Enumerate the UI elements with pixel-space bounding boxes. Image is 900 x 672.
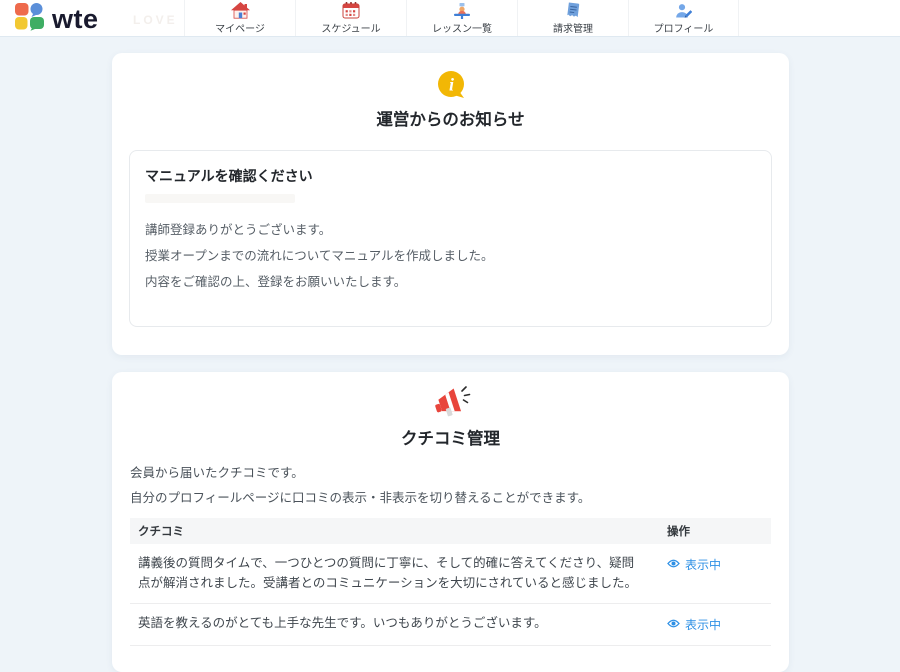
visibility-toggle-button[interactable]: 表示中 bbox=[667, 555, 763, 593]
logo-text: wte bbox=[52, 6, 99, 33]
info-icon: i bbox=[112, 53, 789, 100]
nav-tab-label: 請求管理 bbox=[553, 20, 593, 35]
nav-tab-profile[interactable]: プロフィール bbox=[628, 0, 739, 36]
review-card: クチコミ管理 会員から届いたクチコミです。 自分のプロフィールページに口コミの表… bbox=[112, 372, 789, 672]
profile-icon bbox=[675, 2, 692, 19]
nav-tab-label: レッスン一覧 bbox=[432, 20, 492, 35]
nav-tab-schedule[interactable]: スケジュール bbox=[295, 0, 406, 36]
review-text: 講義後の質問タイムで、一つひとつの質問に丁寧に、そして的確に答えてくださり、疑問… bbox=[138, 553, 667, 593]
review-table-header: クチコミ 操作 bbox=[130, 518, 771, 544]
app-logo[interactable]: wte bbox=[14, 3, 99, 35]
notice-date-faint bbox=[145, 194, 295, 203]
visibility-status-label: 表示中 bbox=[685, 555, 721, 575]
nav-tab-mypage[interactable]: マイページ bbox=[184, 0, 295, 36]
notice-body-line: 授業オープンまでの流れについてマニュアルを作成しました。 bbox=[145, 245, 756, 264]
visibility-toggle-button[interactable]: 表示中 bbox=[667, 615, 763, 635]
notice-body-line: 講師登録ありがとうございます。 bbox=[145, 219, 756, 238]
wte-logo-icon bbox=[14, 2, 45, 36]
review-table: クチコミ 操作 講義後の質問タイムで、一つひとつの質問に丁寧に、そして的確に答え… bbox=[130, 518, 771, 646]
review-desc-line: 会員から届いたクチコミです。 bbox=[130, 462, 771, 481]
svg-text:i: i bbox=[448, 75, 453, 95]
column-header-action: 操作 bbox=[667, 523, 763, 539]
notice-box-title: マニュアルを確認ください bbox=[145, 166, 756, 186]
notice-card-title: 運営からのお知らせ bbox=[112, 106, 789, 130]
nav-tab-label: スケジュール bbox=[321, 20, 380, 35]
column-header-review: クチコミ bbox=[138, 523, 667, 539]
review-card-title: クチコミ管理 bbox=[112, 425, 789, 449]
table-row: 英語を教えるのがとても上手な先生です。いつもありがとうございます。 表示中 bbox=[130, 604, 771, 646]
nav-tab-label: プロフィール bbox=[654, 20, 714, 35]
eye-icon bbox=[667, 558, 680, 569]
nav-tab-label: マイページ bbox=[215, 20, 265, 35]
notice-card: i 運営からのお知らせ マニュアルを確認ください 講師登録ありがとうございます。… bbox=[112, 53, 789, 355]
megaphone-icon bbox=[112, 372, 789, 419]
notice-body-line: 内容をご確認の上、登録をお願いいたします。 bbox=[145, 271, 756, 290]
header-watermark: LOVE bbox=[133, 13, 178, 27]
notice-box-body: 講師登録ありがとうございます。 授業オープンまでの流れについてマニュアルを作成し… bbox=[145, 219, 756, 290]
review-description: 会員から届いたクチコミです。 自分のプロフィールページに口コミの表示・非表示を切… bbox=[130, 462, 771, 506]
page-content: i 運営からのお知らせ マニュアルを確認ください 講師登録ありがとうございます。… bbox=[0, 37, 900, 600]
eye-icon bbox=[667, 618, 680, 629]
top-nav-bar: wte LOVE マイページ bbox=[0, 0, 900, 37]
table-row: 講義後の質問タイムで、一つひとつの質問に丁寧に、そして的確に答えてくださり、疑問… bbox=[130, 544, 771, 604]
main-nav: マイページ スケジュール bbox=[184, 0, 739, 36]
notice-box: マニュアルを確認ください 講師登録ありがとうございます。 授業オープンまでの流れ… bbox=[129, 150, 772, 327]
nav-tab-billing[interactable]: 請求管理 bbox=[517, 0, 628, 36]
lesson-icon bbox=[453, 2, 471, 19]
home-icon bbox=[231, 2, 250, 19]
calendar-icon bbox=[342, 2, 360, 19]
review-text: 英語を教えるのがとても上手な先生です。いつもありがとうございます。 bbox=[138, 613, 667, 635]
review-desc-line: 自分のプロフィールページに口コミの表示・非表示を切り替えることができます。 bbox=[130, 487, 771, 506]
visibility-status-label: 表示中 bbox=[685, 615, 721, 635]
invoice-icon bbox=[565, 2, 582, 19]
nav-tab-lessons[interactable]: レッスン一覧 bbox=[406, 0, 517, 36]
